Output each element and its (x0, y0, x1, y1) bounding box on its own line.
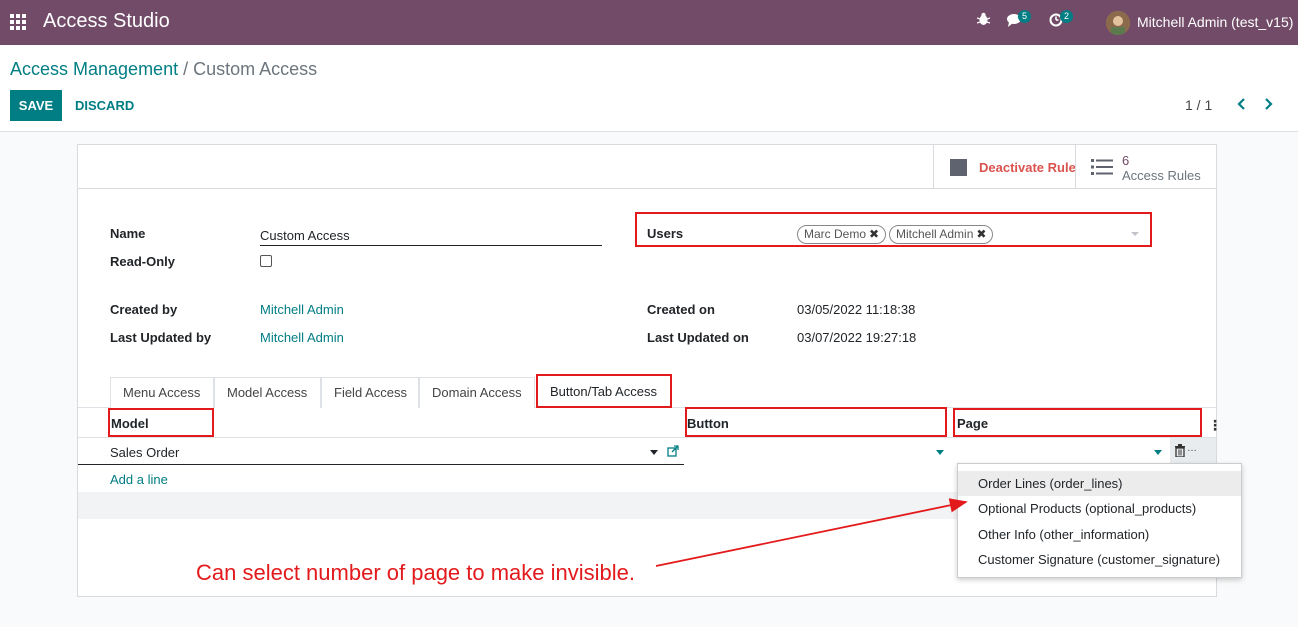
created-by-label: Created by (110, 302, 178, 317)
created-on-value: 03/05/2022 11:18:38 (797, 302, 916, 317)
pager-value[interactable]: 1 / 1 (1185, 97, 1212, 113)
access-rules-button[interactable]: 6 Access Rules (1075, 145, 1216, 189)
external-link-icon[interactable] (667, 445, 679, 460)
read-only-checkbox[interactable] (260, 255, 272, 267)
dropdown-option-order-lines[interactable]: Order Lines (order_lines) (958, 471, 1241, 496)
user-tag-label: Mitchell Admin (896, 227, 974, 241)
access-rules-count: 6 (1122, 153, 1130, 168)
read-only-label: Read-Only (110, 254, 176, 269)
top-navbar: Access Studio 5 2 Mitchell Admin (test_v… (0, 0, 1298, 45)
stop-icon (950, 159, 967, 176)
activities-badge: 2 (1060, 10, 1073, 23)
user-tag[interactable]: Mitchell Admin ✖ (889, 225, 994, 244)
access-rules-label: Access Rules (1122, 168, 1201, 183)
annotation-text: Can select number of page to make invisi… (196, 560, 636, 585)
model-field[interactable]: Sales Order (78, 438, 684, 465)
page-column-header[interactable]: Page (957, 416, 988, 431)
dropdown-option-optional-products[interactable]: Optional Products (optional_products) (958, 496, 1241, 521)
users-dropdown-caret-icon[interactable] (1131, 232, 1139, 236)
list-icon (1091, 159, 1115, 175)
breadcrumb-parent[interactable]: Access Management (10, 59, 178, 79)
created-by-value[interactable]: Mitchell Admin (260, 302, 344, 317)
model-dropdown-caret-icon[interactable] (650, 450, 658, 455)
last-updated-on-value: 03/07/2022 19:27:18 (797, 330, 917, 345)
optional-columns-icon[interactable]: ⋮ (1208, 417, 1222, 434)
page-dropdown-caret-icon[interactable] (1154, 450, 1162, 455)
messages-badge: 5 (1018, 10, 1031, 23)
last-updated-by-value[interactable]: Mitchell Admin (260, 330, 344, 345)
bug-icon[interactable] (976, 12, 991, 29)
model-field-value: Sales Order (110, 445, 180, 460)
deactivate-rule-label: Deactivate Rule (979, 160, 1076, 175)
tab-field-access[interactable]: Field Access (321, 377, 419, 408)
button-dropdown-caret-icon[interactable] (936, 450, 944, 455)
user-tag[interactable]: Marc Demo ✖ (797, 225, 887, 244)
button-field[interactable] (686, 438, 948, 465)
users-label: Users (647, 226, 684, 241)
save-button[interactable]: SAVE (10, 90, 62, 121)
last-updated-on-label: Last Updated on (647, 330, 749, 345)
name-label: Name (110, 226, 146, 241)
user-avatar[interactable] (1106, 11, 1130, 35)
deactivate-rule-button[interactable]: Deactivate Rule (933, 145, 1076, 189)
discard-button[interactable]: DISCARD (75, 90, 134, 121)
last-updated-by-label: Last Updated by (110, 330, 212, 345)
breadcrumb-current: Custom Access (193, 59, 318, 79)
breadcrumb-separator: / (183, 59, 189, 79)
clock-icon[interactable]: 2 (1049, 10, 1073, 30)
breadcrumb: Access Management / Custom Access (10, 59, 317, 80)
button-column-header[interactable]: Button (687, 416, 729, 431)
control-panel: Access Management / Custom Access SAVE D… (0, 45, 1298, 132)
tab-button-tab-access[interactable]: Button/Tab Access (536, 374, 672, 408)
pager-next-button[interactable] (1264, 95, 1274, 116)
page-field[interactable] (954, 438, 1170, 465)
button-box: Deactivate Rule 6 Access Rules (78, 145, 1216, 189)
created-on-label: Created on (647, 302, 715, 317)
apps-menu-icon[interactable] (10, 14, 27, 31)
delete-row-cell[interactable]: … (1170, 438, 1216, 465)
user-tag-label: Marc Demo (804, 227, 867, 241)
dropdown-option-customer-signature[interactable]: Customer Signature (customer_signature) (958, 547, 1241, 572)
page-dropdown-menu: Order Lines (order_lines) Optional Produ… (957, 463, 1242, 578)
tab-model-access[interactable]: Model Access (214, 377, 321, 408)
dropdown-option-other-info[interactable]: Other Info (other_information) (958, 522, 1241, 547)
name-input[interactable] (260, 226, 602, 246)
add-line-link[interactable]: Add a line (110, 472, 168, 487)
user-menu[interactable]: Mitchell Admin (test_v15) (1137, 14, 1293, 30)
app-title[interactable]: Access Studio (43, 10, 170, 33)
trash-icon[interactable] (1174, 444, 1186, 458)
remove-tag-icon[interactable]: ✖ (976, 227, 986, 241)
chat-icon[interactable]: 5 (1007, 10, 1031, 30)
tab-domain-access[interactable]: Domain Access (419, 377, 535, 408)
pager-prev-button[interactable] (1236, 95, 1246, 116)
model-column-header[interactable]: Model (111, 416, 149, 431)
more-icon: … (1187, 443, 1197, 454)
remove-tag-icon[interactable]: ✖ (869, 227, 879, 241)
page-header-highlight (953, 408, 1202, 437)
tab-menu-access[interactable]: Menu Access (110, 377, 214, 408)
